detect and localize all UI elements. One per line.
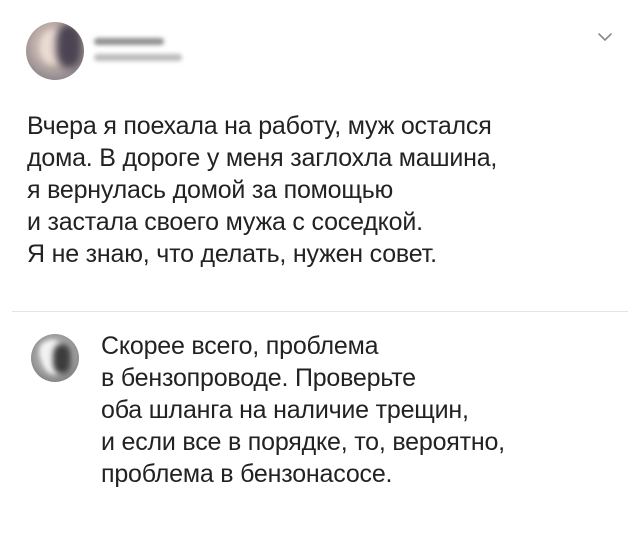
author-name-blurred[interactable] [94,36,194,66]
reply-line: оба шланга на наличие трещин, [101,396,469,424]
blurred-handle-line [94,54,182,61]
post-line: дома. В дороге у меня заглохла машина, [27,144,498,172]
reply-author-avatar[interactable] [31,334,79,382]
reply-body-text: Скорее всего, проблема в бензопроводе. П… [101,330,621,490]
blurred-name-line [94,38,164,45]
chevron-down-icon[interactable] [596,30,614,44]
reply-line: и если все в порядке, то, вероятно, [101,428,505,456]
post-line: Я не знаю, что делать, нужен совет. [27,240,437,268]
post-card: Вчера я поехала на работу, муж остался д… [0,0,640,533]
reply-line: в бензопроводе. Проверьте [101,364,416,392]
post-header [26,22,626,82]
post-line: и застала своего мужа с соседкой. [27,208,423,236]
avatar-shadow [53,344,71,374]
author-avatar[interactable] [26,22,84,80]
reply-item: Скорее всего, проблема в бензопроводе. П… [0,312,640,533]
avatar-hair [56,24,82,68]
post-line: я вернулась домой за помощью [27,176,394,204]
post-line: Вчера я поехала на работу, муж остался [27,112,492,140]
post-body-text: Вчера я поехала на работу, муж остался д… [27,110,617,270]
reply-line: Скорее всего, проблема [101,332,379,360]
reply-line: проблема в бензонасосе. [101,460,393,488]
